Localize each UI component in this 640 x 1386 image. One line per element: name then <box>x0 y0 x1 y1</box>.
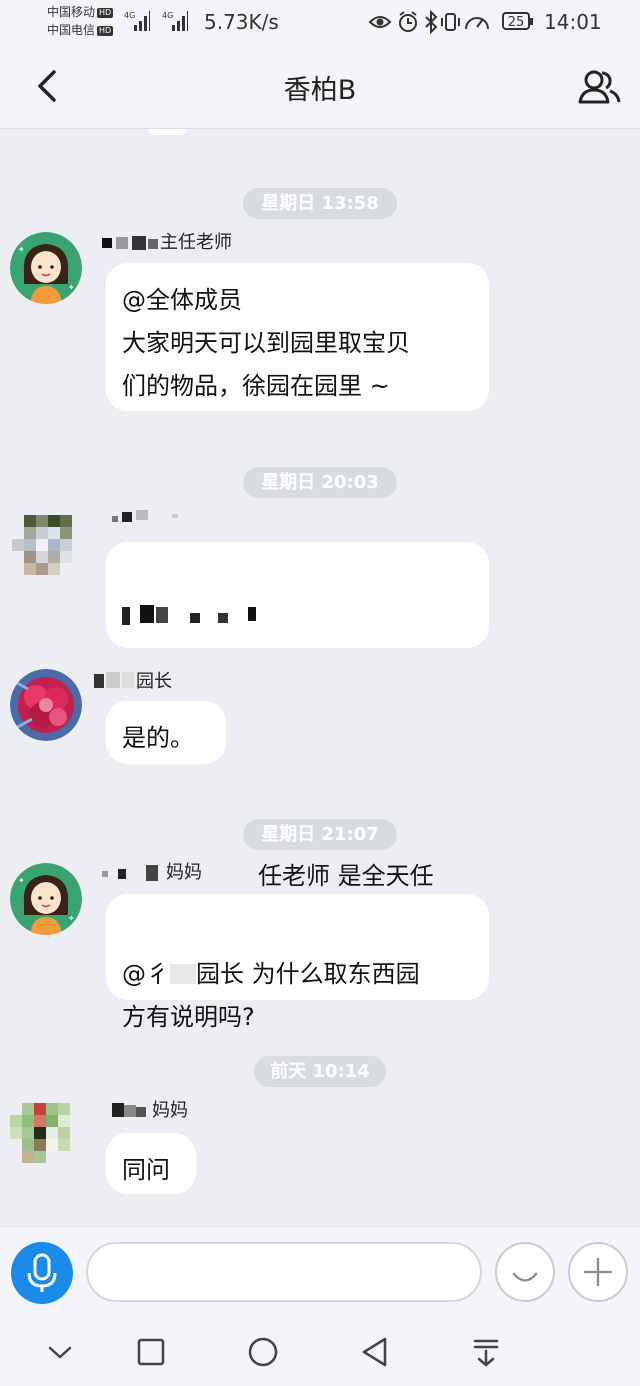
svg-text:4G: 4G <box>124 11 135 20</box>
redacted-mosaic <box>112 510 182 528</box>
clock: 14:01 <box>544 10 602 34</box>
group-members-icon[interactable] <box>576 64 622 110</box>
svg-text:✦: ✦ <box>68 914 75 923</box>
message-bubble[interactable]: 是的。 <box>106 701 226 764</box>
carrier-2: 中国电信 HD <box>47 23 114 37</box>
recents-square-icon[interactable] <box>131 1332 171 1372</box>
sender-name: 主任老师 <box>102 233 232 255</box>
svg-text:✦: ✦ <box>68 283 75 292</box>
svg-text:✦: ✦ <box>18 876 25 885</box>
signal-4g-icon-2: 4G <box>162 11 188 31</box>
network-speed: 5.73K/s <box>204 10 279 34</box>
message-input[interactable] <box>86 1242 482 1302</box>
avatar-blurred-photo[interactable] <box>10 511 82 583</box>
redacted-mosaic <box>122 601 258 627</box>
avatar-cartoon-girl[interactable]: ✦✦ <box>10 232 82 304</box>
redacted-mosaic <box>94 670 136 690</box>
chat-header: 香柏B <box>0 44 640 129</box>
message-bubble[interactable]: 同问 <box>106 1133 196 1194</box>
message-bubble[interactable]: @全体成员 大家明天可以到园里取宝贝 们的物品，徐园在园里 ~ <box>106 263 489 411</box>
back-triangle-icon[interactable] <box>355 1332 395 1372</box>
vibrate-icon <box>441 13 460 31</box>
sender-name <box>112 510 182 532</box>
home-circle-icon[interactable] <box>243 1332 283 1372</box>
svg-text:4G: 4G <box>162 11 173 20</box>
avatar-blurred-photo-green[interactable] <box>10 1099 82 1171</box>
svg-text:✦: ✦ <box>18 245 25 254</box>
carrier-1: 中国移动 HD <box>47 5 114 19</box>
time-chip: 星期日 13:58 <box>243 188 397 219</box>
input-bar <box>0 1226 640 1319</box>
time-chip: 星期日 21:07 <box>243 819 397 850</box>
redacted-mosaic <box>102 863 166 881</box>
avatar-red-flower-photo[interactable] <box>10 669 82 741</box>
alarm-icon <box>399 11 417 32</box>
message-bubble[interactable]: @彳 园长 为什么取东西园 方有说明吗? <box>106 894 489 1031</box>
redacted-mosaic <box>170 964 196 984</box>
microphone-icon[interactable] <box>11 1242 73 1304</box>
time-chip: 前天 10:14 <box>254 1056 386 1087</box>
status-icons <box>368 9 489 35</box>
message-bubble[interactable]: 任老师 是全天任 何时间都可以吗 <box>106 542 489 933</box>
chat-title: 香柏B <box>283 75 357 106</box>
battery-indicator: 25 <box>502 12 533 30</box>
time-chip: 星期日 20:03 <box>243 467 397 498</box>
notification-pull-icon[interactable] <box>466 1332 506 1372</box>
sender-name: 妈妈 <box>102 863 202 885</box>
system-navigation-bar <box>0 1318 640 1386</box>
signal-4g-icon: 4G <box>124 11 150 31</box>
avatar-cartoon-girl[interactable]: ✦✦ <box>10 863 82 935</box>
redacted-mosaic <box>102 233 160 251</box>
sender-name: 园长 <box>94 670 172 692</box>
previous-bubble-edge <box>148 129 186 135</box>
collapse-down-icon[interactable] <box>40 1332 80 1372</box>
eye-icon <box>368 16 392 28</box>
smiley-icon[interactable] <box>495 1242 555 1302</box>
plus-icon[interactable] <box>568 1242 628 1302</box>
sender-name: 妈妈 <box>112 1101 188 1123</box>
speedometer-icon <box>465 17 489 30</box>
bluetooth-icon <box>425 9 438 35</box>
redacted-mosaic <box>112 1101 152 1119</box>
status-bar: 中国移动 HD 中国电信 HD 4G 4G 5.73K/s 25 14:01 <box>0 0 640 44</box>
message-list[interactable]: 星期日 13:58 ✦ ✦ 主任老师 @全体成员 大家明天可以到园里取宝贝 们的物… <box>0 129 640 1226</box>
